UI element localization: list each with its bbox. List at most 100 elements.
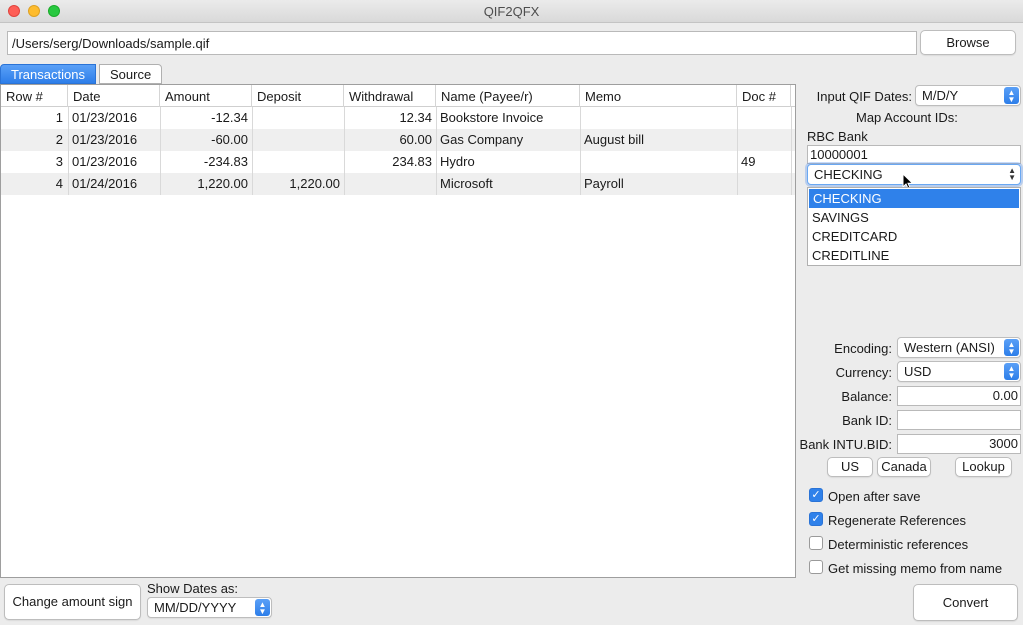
input-dates-value: M/D/Y [922, 88, 959, 103]
cell-row: 2 [55, 132, 63, 147]
balance-label: Balance: [841, 389, 892, 404]
show-dates-value: MM/DD/YYYY [154, 600, 237, 615]
currency-select[interactable]: USD ▲ ▼ [897, 361, 1021, 382]
tab-source[interactable]: Source [99, 64, 163, 84]
cell-withdrawal [344, 173, 432, 195]
open-after-save-checkbox[interactable]: ✓ [809, 488, 823, 502]
canada-button[interactable]: Canada [877, 457, 931, 477]
column-header-withdrawal[interactable]: Withdrawal [344, 85, 436, 107]
cell-deposit [252, 107, 340, 129]
cell-deposit [252, 129, 340, 151]
column-header-date[interactable]: Date [68, 85, 160, 107]
bank-id-label: Bank ID: [842, 413, 892, 428]
cell-name: Gas Company [440, 132, 524, 147]
cell-memo: Payroll [584, 176, 624, 191]
cell-name: Hydro [440, 154, 475, 169]
cell-memo [584, 107, 737, 129]
cell-deposit [252, 151, 340, 173]
missing-memo-label: Get missing memo from name [828, 561, 1003, 576]
currency-label: Currency: [835, 365, 892, 380]
cell-amount: -234.83 [203, 154, 248, 169]
convert-button[interactable]: Convert [913, 584, 1018, 621]
bank-intu-bid-label: Bank INTU.BID: [799, 437, 892, 452]
column-header-name[interactable]: Name (Payee/r) [436, 85, 580, 107]
table-row[interactable]: 3 01/23/2016 -234.83 234.83 Hydro 49 [1, 151, 795, 173]
encoding-select[interactable]: Western (ANSI) ▲ ▼ [897, 337, 1021, 358]
chevron-updown-icon: ▲ ▼ [1008, 166, 1016, 182]
cell-date: 01/23/2016 [72, 154, 138, 169]
cell-withdrawal: 12.34 [399, 110, 432, 125]
column-header-row[interactable]: Row # [1, 85, 68, 107]
window-title: QIF2QFX [483, 4, 540, 19]
browse-button[interactable]: Browse [920, 30, 1016, 55]
dropdown-option-savings[interactable]: SAVINGS [808, 208, 1020, 227]
change-amount-sign-button[interactable]: Change amount sign [4, 584, 141, 620]
transactions-table[interactable]: Row # Date Amount Deposit Withdrawal Nam… [0, 84, 796, 578]
cell-name: Microsoft [440, 176, 493, 191]
column-header-deposit[interactable]: Deposit [252, 85, 344, 107]
cell-doc [741, 129, 791, 151]
cell-withdrawal: 234.83 [392, 154, 432, 169]
chevron-updown-icon: ▲ ▼ [1004, 363, 1019, 380]
file-path-field[interactable]: /Users/serg/Downloads/sample.qif [7, 31, 917, 55]
input-dates-select[interactable]: M/D/Y ▲ ▼ [915, 85, 1021, 106]
cell-memo: August bill [584, 132, 644, 147]
cell-withdrawal: 60.00 [399, 132, 432, 147]
cell-date: 01/23/2016 [72, 132, 138, 147]
cell-doc [741, 173, 791, 195]
balance-field[interactable]: 0.00 [897, 386, 1021, 406]
lookup-button[interactable]: Lookup [955, 457, 1012, 477]
dropdown-option-creditcard[interactable]: CREDITCARD [808, 227, 1020, 246]
column-divider [252, 107, 253, 195]
deterministic-references-label: Deterministic references [828, 537, 969, 552]
account-id-field[interactable]: 10000001 [807, 145, 1021, 164]
encoding-label: Encoding: [834, 341, 892, 356]
bank-name-label: RBC Bank [807, 129, 868, 144]
map-account-ids-label: Map Account IDs: [856, 110, 958, 125]
column-header-amount[interactable]: Amount [160, 85, 252, 107]
table-header: Row # Date Amount Deposit Withdrawal Nam… [1, 85, 795, 107]
cell-amount: -60.00 [211, 132, 248, 147]
column-divider [68, 107, 69, 195]
bank-intu-bid-field[interactable]: 3000 [897, 434, 1021, 454]
chevron-updown-icon: ▲ ▼ [1004, 87, 1019, 104]
table-row[interactable]: 2 01/23/2016 -60.00 60.00 Gas Company Au… [1, 129, 795, 151]
table-row[interactable]: 1 01/23/2016 -12.34 12.34 Bookstore Invo… [1, 107, 795, 129]
cell-doc [741, 107, 791, 129]
column-divider [737, 107, 738, 195]
cell-memo [584, 151, 737, 173]
account-type-dropdown[interactable]: CHECKING SAVINGS CREDITCARD CREDITLINE [807, 187, 1021, 266]
cell-name: Bookstore Invoice [440, 110, 544, 125]
show-dates-select[interactable]: MM/DD/YYYY ▲ ▼ [147, 597, 272, 618]
column-divider [160, 107, 161, 195]
show-dates-label: Show Dates as: [147, 581, 239, 596]
chevron-updown-icon: ▲ ▼ [255, 599, 270, 616]
account-type-select[interactable]: CHECKING ▲ ▼ [807, 164, 1021, 185]
tab-transactions[interactable]: Transactions [0, 64, 96, 84]
open-after-save-label: Open after save [828, 489, 921, 504]
cell-amount: 1,220.00 [197, 176, 248, 191]
encoding-value: Western (ANSI) [904, 340, 995, 355]
bank-id-field[interactable] [897, 410, 1021, 430]
currency-value: USD [904, 364, 932, 379]
cell-deposit: 1,220.00 [289, 176, 340, 191]
missing-memo-checkbox[interactable] [809, 560, 823, 574]
column-divider [791, 107, 792, 195]
input-dates-label: Input QIF Dates: [816, 89, 912, 104]
table-row[interactable]: 4 01/24/2016 1,220.00 1,220.00 Microsoft… [1, 173, 795, 195]
column-header-memo[interactable]: Memo [580, 85, 737, 107]
cell-amount: -12.34 [211, 110, 248, 125]
chevron-updown-icon: ▲ ▼ [1004, 339, 1019, 356]
column-divider [436, 107, 437, 195]
dropdown-option-checking[interactable]: CHECKING [809, 189, 1019, 208]
cell-doc: 49 [741, 154, 756, 169]
regenerate-references-label: Regenerate References [828, 513, 967, 528]
us-button[interactable]: US [827, 457, 873, 477]
column-header-doc[interactable]: Doc # [737, 85, 791, 107]
cell-row: 4 [55, 176, 63, 191]
cell-row: 1 [55, 110, 63, 125]
column-divider [344, 107, 345, 195]
deterministic-references-checkbox[interactable] [809, 536, 823, 550]
dropdown-option-creditline[interactable]: CREDITLINE [808, 246, 1020, 265]
regenerate-references-checkbox[interactable]: ✓ [809, 512, 823, 526]
